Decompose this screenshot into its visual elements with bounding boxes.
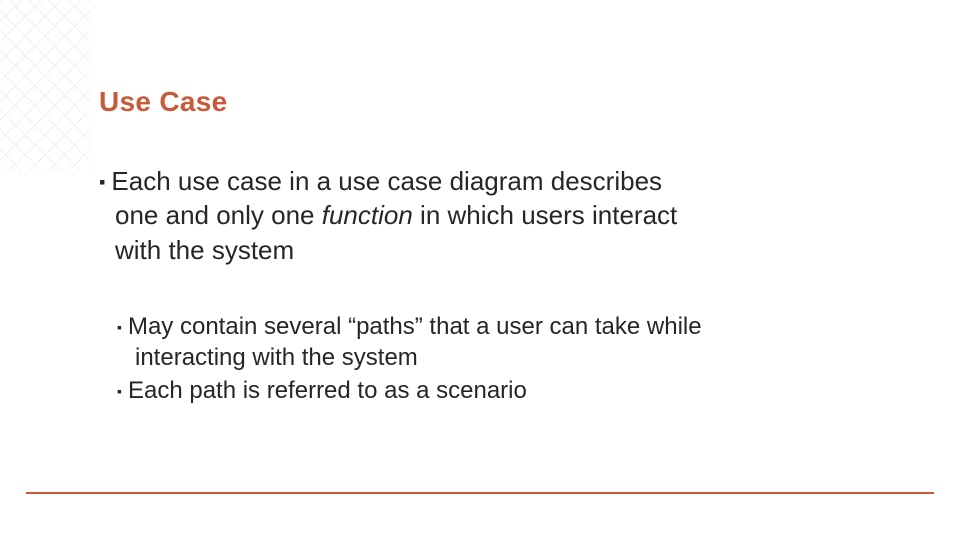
bullet-icon: ▪ xyxy=(99,172,105,192)
bottom-divider xyxy=(26,492,934,494)
bullet-icon: ▪ xyxy=(117,383,122,399)
l2a-line2: interacting with the system xyxy=(117,342,886,373)
slide-title: Use Case xyxy=(99,86,227,118)
l2a-line1: May contain several “paths” that a user … xyxy=(128,313,702,340)
l1-line1: Each use case in a use case diagram desc… xyxy=(111,166,662,196)
l2b-line1: Each path is referred to as a scenario xyxy=(128,377,527,404)
bullet-level-2: ▪ Each path is referred to as a scenario xyxy=(117,375,886,406)
l1-line3: with the system xyxy=(99,233,886,267)
bullet-icon: ▪ xyxy=(117,319,122,335)
bullet-level-2: ▪ May contain several “paths” that a user… xyxy=(117,311,886,373)
slide: Use Case ▪ Each use case in a use case di… xyxy=(0,0,960,540)
l1-line2: one and only one function in which users… xyxy=(99,198,886,232)
bullet-level-1: ▪ Each use case in a use case diagram des… xyxy=(99,164,886,267)
slide-body: ▪ Each use case in a use case diagram des… xyxy=(99,164,886,409)
bullet-level-2-group: ▪ May contain several “paths” that a user… xyxy=(99,311,886,407)
